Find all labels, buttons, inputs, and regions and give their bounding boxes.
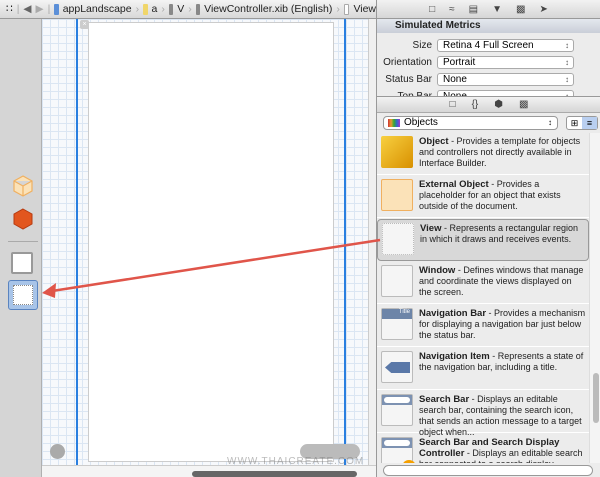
related-items-icon[interactable]: ∷ [6,3,13,15]
back-button[interactable]: ◀ [23,3,31,15]
xib-icon [195,3,201,15]
view-icon [343,3,350,15]
forward-button[interactable]: ▶ [36,3,44,15]
xib-icon [168,3,174,15]
library-item-external-object[interactable]: External Object - Provides a placeholder… [377,176,589,218]
window-icon [381,265,413,297]
simulated-metrics-header[interactable]: Simulated Metrics [377,19,600,33]
crumb-view[interactable]: View [353,3,376,15]
navigation-item-icon [381,351,413,383]
view-icon [382,223,414,255]
grid-view-icon[interactable]: ⊞ [567,117,582,129]
item-name: Navigation Bar [419,308,487,319]
size-label: Size [412,39,432,51]
selection-guide [344,19,346,465]
first-responder-icon[interactable] [12,207,34,231]
item-desc: - Represents a rectangular region in whi… [420,223,579,244]
item-name: External Object [419,179,489,190]
navigation-bar-icon: Title [381,308,413,340]
orientation-select[interactable]: Portrait [437,55,574,69]
size-inspector-icon[interactable]: ▩ [516,4,525,15]
library-item-navigation-bar[interactable]: Title Navigation Bar - Provides a mechani… [377,305,589,347]
library-scrollbar[interactable] [589,133,600,463]
status-bar-select[interactable]: None [437,72,574,86]
status-bar-label: Status Bar [385,73,432,85]
code-snippet-icon[interactable]: {} [472,99,479,110]
jump-bar: ∷ | ◀ ▶ | appLandscape › a › V › ViewContro… [0,0,376,19]
view-object-icon[interactable] [11,252,33,274]
library-search-input[interactable] [383,465,593,476]
search-bar-icon [381,394,413,426]
media-library-icon[interactable]: ▩ [519,99,528,110]
utilities-pane: □ ≈ ▤ ▼ ▩ ➤ Simulated Metrics Size Retina… [376,0,600,477]
view-mode-toggle[interactable]: ⊞ ≡ [566,116,598,130]
list-view-icon[interactable]: ≡ [582,117,597,129]
connections-inspector-icon[interactable]: ➤ [539,4,547,15]
item-name: Object [419,136,449,147]
object-library-list: Object - Provides a template for objects… [377,133,589,463]
outline-toggle-button[interactable] [50,444,65,459]
folder-icon [143,3,148,15]
search-display-icon [381,437,416,463]
item-name: Window [419,265,456,276]
orientation-label: Orientation [383,56,432,68]
project-icon [54,3,59,15]
item-name: Search Bar [419,394,470,405]
crumb-folder[interactable]: V [177,3,184,15]
file-inspector-icon[interactable]: □ [429,4,435,15]
size-select[interactable]: Retina 4 Full Screen [437,38,574,52]
item-name: Navigation Item [419,351,490,362]
quick-help-icon[interactable]: ≈ [449,4,455,15]
library-item-navigation-item[interactable]: Navigation Item - Represents a state of … [377,348,589,390]
library-item-view[interactable]: View - Represents a rectangular region i… [377,219,589,261]
crumb-project[interactable]: appLandscape [63,3,132,15]
library-item-object[interactable]: Object - Provides a template for objects… [377,133,589,175]
canvas-vertical-scrollbar[interactable] [368,19,376,465]
library-tabs: □ {} ⬢ ▩ [377,96,600,113]
object-library-icon[interactable]: ⬢ [494,99,503,110]
library-item-window[interactable]: Window - Defines windows that manage and… [377,262,589,304]
file-template-icon[interactable]: □ [450,99,456,110]
item-name: View [420,223,442,234]
close-icon[interactable]: × [80,20,89,29]
object-cube-icon [381,136,413,168]
inspector-tabs: □ ≈ ▤ ▼ ▩ ➤ [377,0,600,19]
library-filter-select[interactable]: Objects [383,116,558,130]
view-controller-view[interactable] [88,22,334,462]
crumb-file[interactable]: ViewController.xib (English) [204,3,332,15]
attributes-inspector-icon[interactable]: ▼ [492,4,502,15]
selected-view-object[interactable] [8,280,38,310]
external-object-icon [381,179,413,211]
library-item-search-display-controller[interactable]: Search Bar and Search Display Controller… [377,434,589,463]
library-item-search-bar[interactable]: Search Bar - Displays an editable search… [377,391,589,437]
identity-inspector-icon[interactable]: ▤ [469,4,478,15]
watermark: WWW.THAICREATE.COM [227,456,365,467]
external-object-icon[interactable] [12,174,34,198]
canvas[interactable]: × [42,19,368,465]
selection-guide [76,19,78,465]
divider [8,241,38,242]
crumb-group[interactable]: a [152,3,158,15]
document-outline-dock [0,19,42,477]
